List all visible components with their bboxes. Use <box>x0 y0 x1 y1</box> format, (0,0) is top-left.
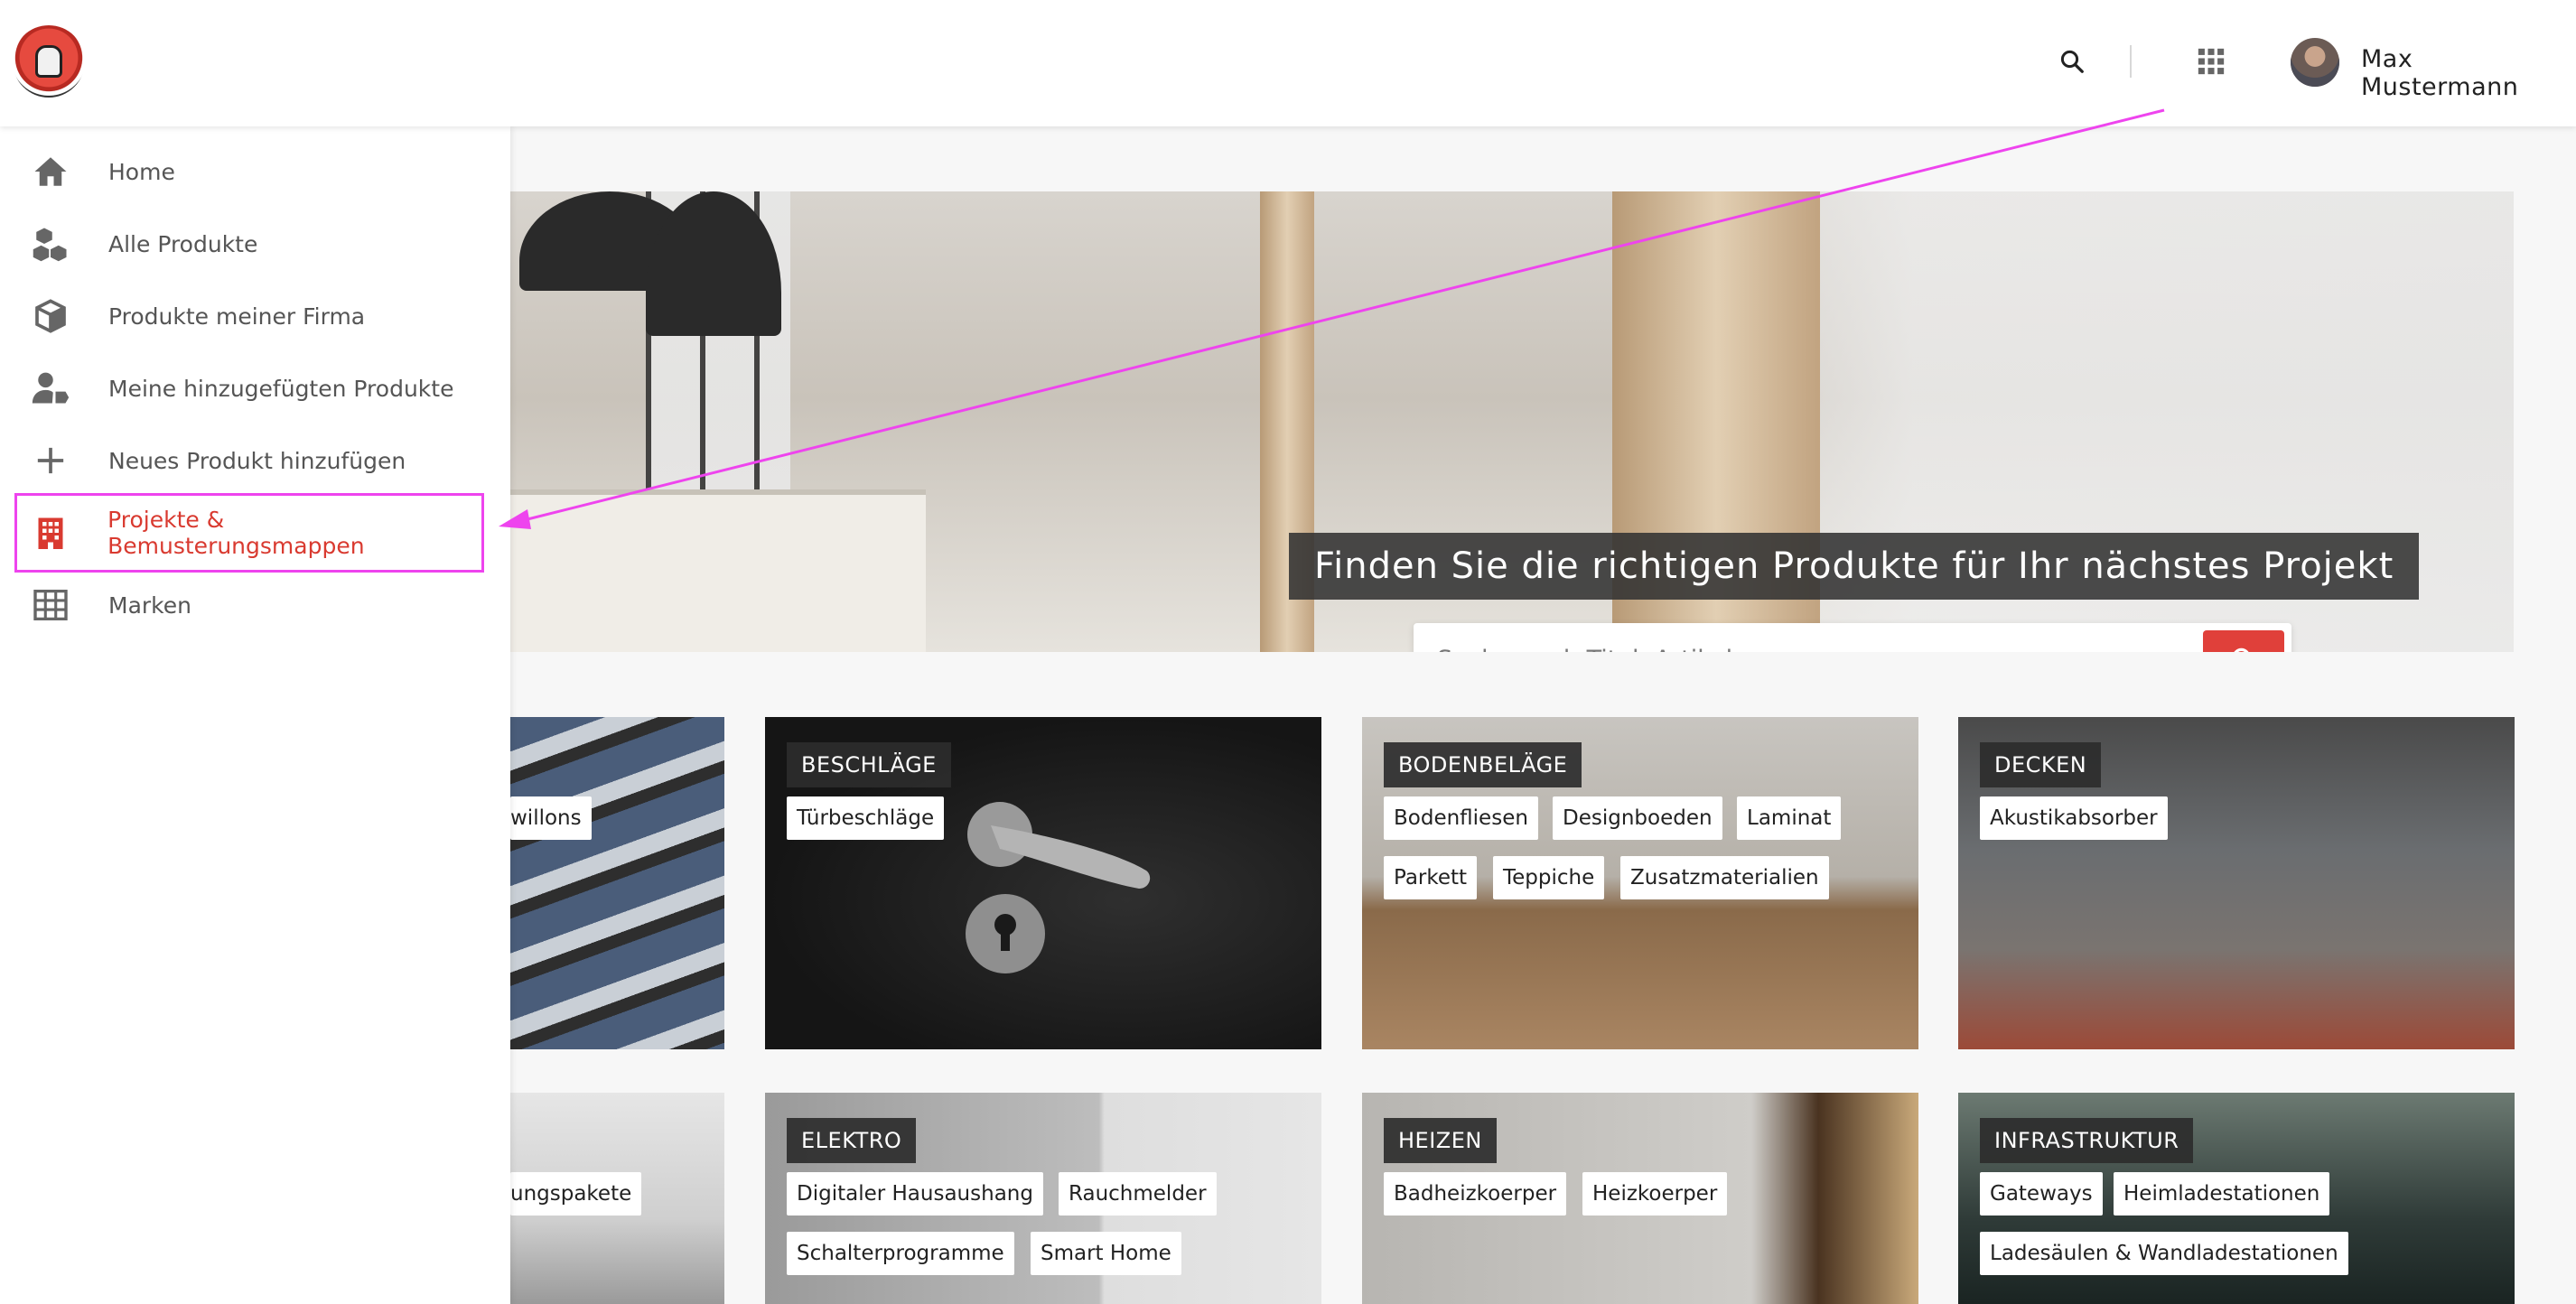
top-bar: Max Mustermann <box>0 0 2576 126</box>
category-tag[interactable]: Akustikabsorber <box>1980 796 2168 840</box>
boxes-icon <box>14 208 87 280</box>
category-tag[interactable]: Heimladestationen <box>2114 1172 2330 1216</box>
category-tag[interactable]: Zusatzmaterialien <box>1620 856 1829 899</box>
category-tag[interactable]: Badheizkoerper <box>1384 1172 1567 1216</box>
category-tag[interactable]: Parkett <box>1384 856 1478 899</box>
category-card-decken[interactable]: DECKEN Akustikabsorber <box>1958 717 2515 1049</box>
user-name[interactable]: Max Mustermann <box>2361 45 2576 101</box>
sidebar-item-marken[interactable]: Marken <box>14 569 484 641</box>
sidebar-item-alle-produkte[interactable]: Alle Produkte <box>14 208 484 280</box>
user-tag-icon <box>14 352 87 424</box>
product-search-input[interactable] <box>1414 623 2199 652</box>
door-handle-image <box>966 802 1151 973</box>
category-tag[interactable]: Smart Home <box>1031 1232 1181 1275</box>
home-icon <box>14 135 87 208</box>
category-tag[interactable]: Schalterprogramme <box>787 1232 1014 1275</box>
user-avatar[interactable] <box>2291 38 2339 87</box>
hero-search-box <box>1414 623 2291 652</box>
grid-icon <box>14 569 87 641</box>
search-icon <box>2234 647 2249 652</box>
category-tag[interactable]: Bodenfliesen <box>1384 796 1538 840</box>
category-card-infrastruktur[interactable]: INFRASTRUKTUR Gateways Heimladestationen… <box>1958 1093 2515 1304</box>
sidebar-item-label: Meine hinzugefügten Produkte <box>108 375 454 402</box>
sidebar-item-label: Produkte meiner Firma <box>108 303 366 330</box>
category-tag[interactable]: Designboeden <box>1553 796 1722 840</box>
category-tag[interactable]: Gateways <box>1980 1172 2103 1216</box>
hero-banner: Finden Sie die richtigen Produkte für Ih… <box>510 191 2514 652</box>
category-title: ELEKTRO <box>787 1118 917 1163</box>
sidebar-item-label: Alle Produkte <box>108 230 258 257</box>
sidebar: Home Alle Produkte Produkte meiner Firma… <box>0 126 510 1304</box>
category-title: BESCHLÄGE <box>787 742 951 787</box>
sidebar-item-produkte-meiner-firma[interactable]: Produkte meiner Firma <box>14 280 484 352</box>
apps-grid-icon <box>2198 48 2225 75</box>
category-tag[interactable]: Rauchmelder <box>1059 1172 1217 1216</box>
sidebar-item-label: Marken <box>108 591 191 619</box>
category-card-bodenbelaege[interactable]: BODENBELÄGE Bodenfliesen Designboeden La… <box>1362 717 1918 1049</box>
header-divider <box>2130 45 2132 78</box>
sidebar-item-label: Home <box>108 158 175 185</box>
category-tag[interactable]: Digitaler Hausaushang <box>787 1172 1043 1216</box>
category-title: INFRASTRUKTUR <box>1980 1118 2194 1163</box>
hero-desk <box>510 489 926 652</box>
hero-title: Finden Sie die richtigen Produkte für Ih… <box>1289 533 2420 600</box>
category-tag[interactable]: Laminat <box>1737 796 1842 840</box>
apps-menu-button[interactable] <box>2189 40 2233 83</box>
category-card-beschlaege[interactable]: BESCHLÄGE Türbeschläge <box>765 717 1321 1049</box>
plus-icon <box>14 424 87 497</box>
logo[interactable] <box>13 25 85 98</box>
search-icon <box>2060 50 2084 73</box>
box-icon <box>14 280 87 352</box>
search-submit-button[interactable] <box>2203 630 2284 652</box>
category-title: BODENBELÄGE <box>1384 742 1582 787</box>
sidebar-item-home[interactable]: Home <box>14 135 484 208</box>
sidebar-item-meine-produkte[interactable]: Meine hinzugefügten Produkte <box>14 352 484 424</box>
category-card-heizen[interactable]: HEIZEN Badheizkoerper Heizkoerper <box>1362 1093 1918 1304</box>
category-tag[interactable]: willons <box>510 796 592 840</box>
sidebar-item-neues-produkt[interactable]: Neues Produkt hinzufügen <box>14 424 484 497</box>
category-card-elektro[interactable]: ELEKTRO Digitaler Hausaushang Rauchmelde… <box>765 1093 1321 1304</box>
category-tag[interactable]: Ladesäulen & Wandladestationen <box>1980 1232 2348 1275</box>
header-search-button[interactable] <box>2050 40 2094 83</box>
category-tag[interactable]: ungspakete <box>510 1172 642 1216</box>
category-title: DECKEN <box>1980 742 2102 787</box>
category-tag[interactable]: Heizkoerper <box>1582 1172 1728 1216</box>
category-card-partial[interactable]: willons <box>510 717 724 1049</box>
category-title: HEIZEN <box>1384 1118 1497 1163</box>
sidebar-item-label: Neues Produkt hinzufügen <box>108 447 406 474</box>
category-card-partial[interactable]: ungspakete <box>510 1093 724 1304</box>
logo-figure <box>35 45 62 78</box>
category-tag[interactable]: Teppiche <box>1493 856 1605 899</box>
category-tag[interactable]: Türbeschläge <box>787 796 945 840</box>
annotation-highlight-box <box>14 493 484 573</box>
